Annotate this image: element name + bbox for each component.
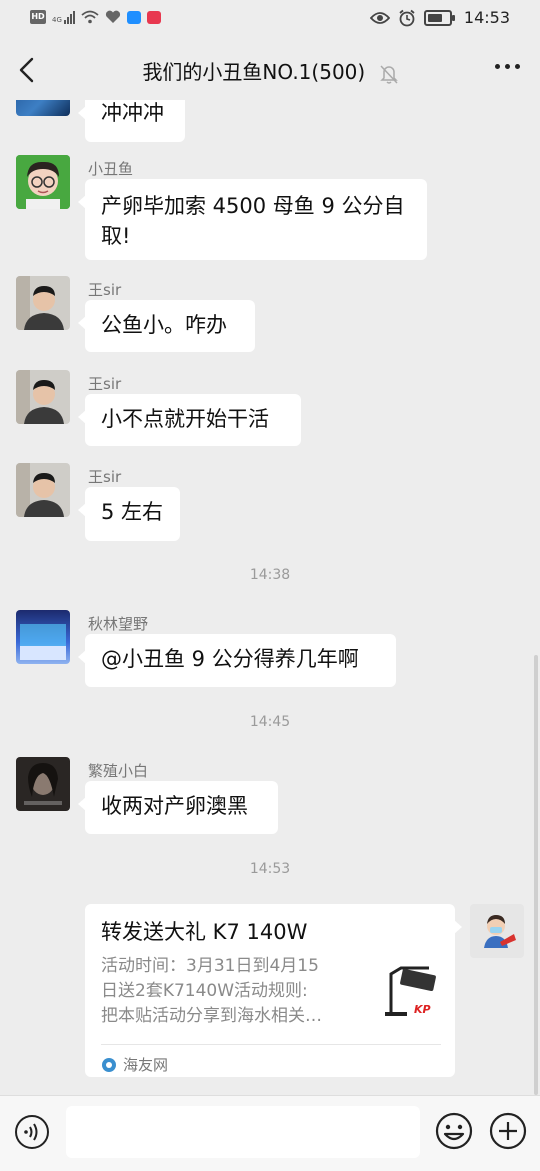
scrollbar[interactable] xyxy=(534,655,538,1095)
link-source: 海友网 xyxy=(101,1050,168,1080)
timestamp: 14:38 xyxy=(249,567,291,583)
message-bubble[interactable]: 5 左右 xyxy=(78,487,180,541)
chat-title: 我们的小丑鱼NO.1(500) xyxy=(142,60,366,84)
message-bubble[interactable]: 公鱼小。咋办 xyxy=(78,300,255,352)
app-icon xyxy=(126,10,141,24)
link-desc-line: 日送2套K7140W活动规则: xyxy=(101,981,308,1001)
link-card[interactable]: 转发送大礼 K7 140W 活动时间：3月31日到4月15 日送2套K7140W… xyxy=(85,904,462,1080)
link-desc-line: 把本贴活动分享到海水相关… xyxy=(101,1006,322,1026)
sender-name: 王sir xyxy=(88,468,122,486)
more-options-button[interactable] xyxy=(495,64,520,69)
link-description: 活动时间：3月31日到4月15 日送2套K7140W活动规则: 把本贴活动分享到… xyxy=(101,954,356,1029)
sender-name: 小丑鱼 xyxy=(88,160,134,178)
message-text: 取! xyxy=(101,224,131,248)
mute-bell-icon xyxy=(379,64,398,84)
sender-name: 秋林望野 xyxy=(88,615,149,633)
network-label: 4G xyxy=(52,16,62,24)
message-bubble[interactable]: @小丑鱼 9 公分得养几年啊 xyxy=(78,634,396,687)
notification-icon xyxy=(146,10,161,24)
status-right: 14:53 xyxy=(369,8,510,27)
status-bar: HD 4G 14:53 xyxy=(0,0,540,38)
sender-name: 王sir xyxy=(88,375,122,393)
sender-name: 王sir xyxy=(88,281,122,299)
avatar[interactable] xyxy=(16,610,70,664)
chat-messages[interactable]: 冲冲冲 小丑鱼 产卵毕加索 4500 母鱼 9 公分自 取! 王sir 公鱼小。… xyxy=(0,100,540,1095)
wifi-icon xyxy=(81,10,99,24)
avatar[interactable] xyxy=(16,370,70,424)
timestamp: 14:53 xyxy=(249,861,291,877)
message-bubble[interactable]: 产卵毕加索 4500 母鱼 9 公分自 取! xyxy=(78,179,427,260)
battery-fill xyxy=(427,13,442,22)
source-logo-icon xyxy=(102,1058,116,1072)
link-thumbnail: KP xyxy=(381,960,441,1020)
source-name: 海友网 xyxy=(123,1056,169,1074)
chat-header: 我们的小丑鱼NO.1(500) xyxy=(0,40,540,100)
message-bubble[interactable]: 小不点就开始干活 xyxy=(78,394,301,446)
alarm-icon xyxy=(399,9,415,26)
divider xyxy=(101,1044,441,1045)
message-text: 产卵毕加索 4500 母鱼 9 公分自 xyxy=(101,194,405,218)
chat-title-wrap: 我们的小丑鱼NO.1(500) xyxy=(0,56,540,85)
avatar[interactable] xyxy=(16,276,70,330)
link-title: 转发送大礼 K7 140W xyxy=(101,920,308,944)
avatar[interactable] xyxy=(16,100,70,116)
status-left: HD 4G xyxy=(30,10,161,24)
heart-icon xyxy=(105,10,120,23)
hd-icon: HD xyxy=(30,10,46,24)
message-bubble[interactable]: 收两对产卵澳黑 xyxy=(78,781,278,834)
message-input[interactable] xyxy=(66,1106,420,1158)
input-bar xyxy=(0,1095,540,1171)
emoji-icon[interactable] xyxy=(434,1111,474,1151)
eye-icon xyxy=(369,11,390,24)
signal-icon: 4G xyxy=(52,10,75,24)
battery-icon xyxy=(423,9,455,26)
thumb-brand: KP xyxy=(414,1003,431,1016)
sender-name: 繁殖小白 xyxy=(88,762,149,780)
avatar[interactable] xyxy=(16,463,70,517)
link-desc-line: 活动时间：3月31日到4月15 xyxy=(101,956,319,976)
voice-icon[interactable] xyxy=(14,1114,50,1150)
plus-icon[interactable] xyxy=(488,1111,528,1151)
status-time: 14:53 xyxy=(463,8,510,27)
avatar[interactable] xyxy=(470,904,524,958)
timestamp: 14:45 xyxy=(249,714,291,730)
avatar[interactable] xyxy=(16,155,70,209)
avatar[interactable] xyxy=(16,757,70,811)
message-bubble[interactable]: 冲冲冲 xyxy=(78,100,185,142)
